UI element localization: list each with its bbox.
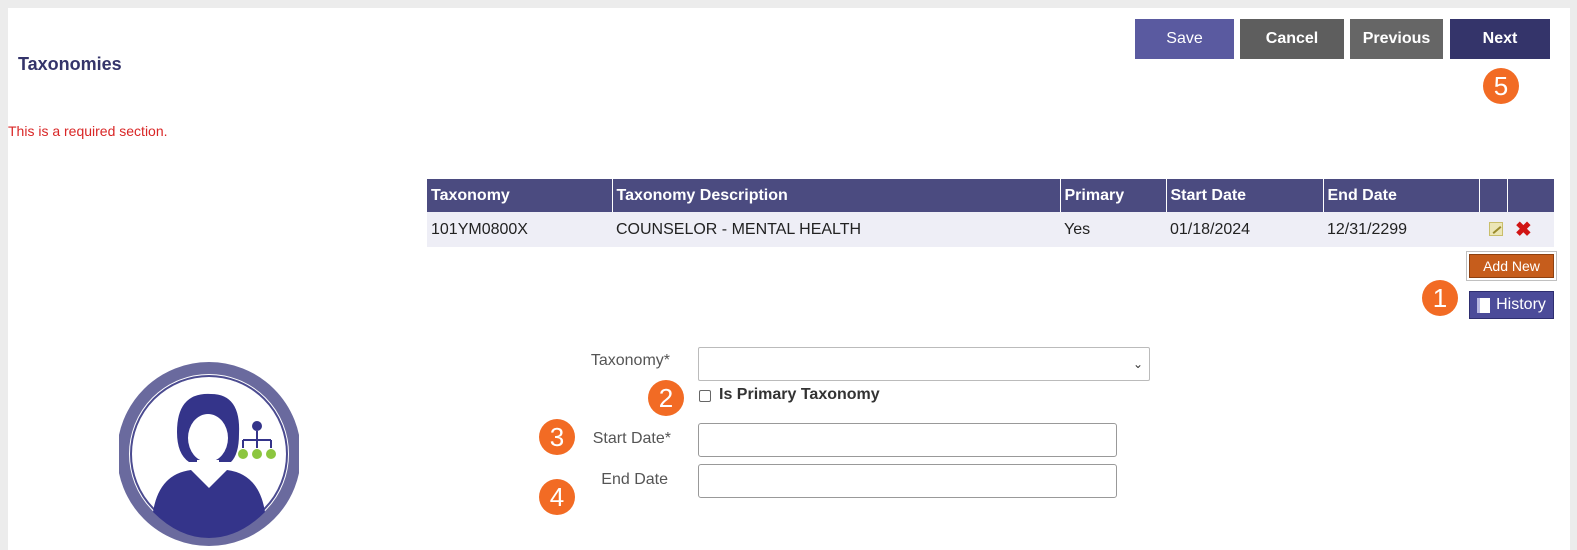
start-date-label: Start Date*: [592, 430, 671, 447]
table-header-row: Taxonomy Taxonomy Description Primary St…: [427, 179, 1554, 212]
end-date-input[interactable]: [698, 464, 1117, 498]
cancel-button[interactable]: Cancel: [1240, 19, 1344, 59]
column-header-end-date: End Date: [1323, 179, 1480, 212]
callout-3: 3: [539, 419, 575, 455]
history-label: History: [1496, 296, 1546, 313]
callout-2: 2: [648, 380, 684, 416]
column-header-primary: Primary: [1060, 179, 1167, 212]
taxonomy-table: Taxonomy Taxonomy Description Primary St…: [427, 179, 1554, 247]
book-icon: [1477, 297, 1491, 313]
column-header-description: Taxonomy Description: [612, 179, 1061, 212]
start-date-input[interactable]: [698, 423, 1117, 457]
table-row[interactable]: 101YM0800X COUNSELOR - MENTAL HEALTH Yes…: [427, 212, 1554, 247]
next-button[interactable]: Next: [1450, 19, 1550, 59]
cell-end-date: 12/31/2299: [1323, 212, 1479, 247]
add-new-button[interactable]: Add New: [1469, 254, 1554, 278]
previous-button[interactable]: Previous: [1350, 19, 1443, 59]
required-message: This is a required section.: [8, 123, 168, 139]
taxonomy-label: Taxonomy*: [590, 352, 670, 369]
column-header-taxonomy: Taxonomy: [427, 179, 613, 212]
cell-delete: ✖: [1507, 212, 1554, 247]
cell-edit: [1479, 212, 1507, 247]
callout-1: 1: [1422, 280, 1458, 316]
column-header-edit: [1479, 179, 1508, 212]
chevron-down-icon: ⌄: [1132, 357, 1143, 371]
delete-icon[interactable]: ✖: [1515, 219, 1532, 241]
callout-5: 5: [1483, 68, 1519, 104]
cell-start-date: 01/18/2024: [1166, 212, 1323, 247]
column-header-delete: [1507, 179, 1554, 212]
cell-primary: Yes: [1060, 212, 1166, 247]
user-org-icon: [119, 362, 299, 546]
taxonomy-select[interactable]: ⌄: [698, 347, 1150, 381]
cell-taxonomy: 101YM0800X: [427, 212, 612, 247]
primary-taxonomy-checkbox[interactable]: [699, 390, 711, 402]
save-button[interactable]: Save: [1135, 19, 1234, 59]
column-header-start-date: Start Date: [1166, 179, 1324, 212]
primary-taxonomy-label: Is Primary Taxonomy: [719, 386, 880, 403]
page-title: Taxonomies: [18, 54, 122, 74]
edit-icon[interactable]: [1489, 222, 1503, 236]
history-button[interactable]: History: [1469, 291, 1554, 319]
callout-4: 4: [539, 479, 575, 515]
end-date-label: End Date: [601, 471, 668, 488]
cell-description: COUNSELOR - MENTAL HEALTH: [612, 212, 1060, 247]
